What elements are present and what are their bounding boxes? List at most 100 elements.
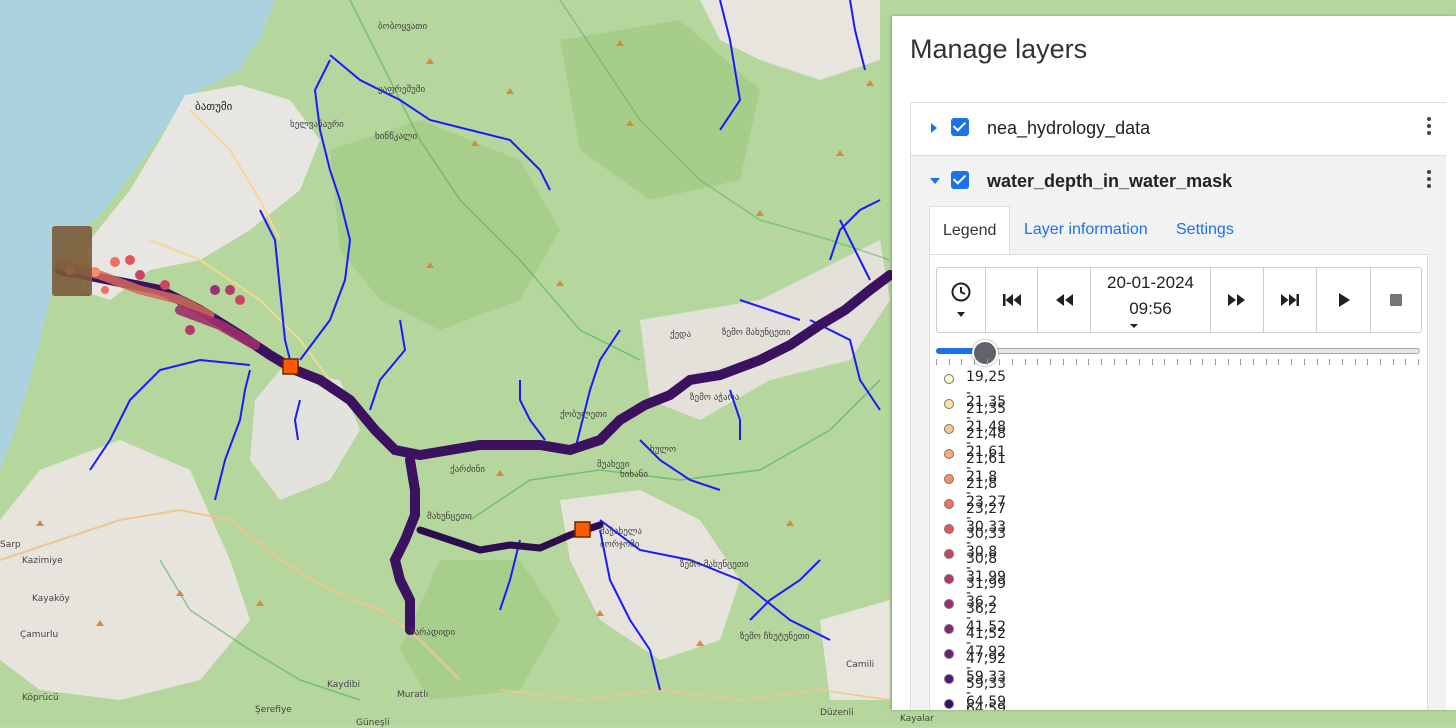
map-place-label: ყაფრეშუმი bbox=[378, 85, 426, 95]
layer-checkbox[interactable] bbox=[951, 171, 969, 189]
map-place-label: ბობოყვათი bbox=[378, 22, 428, 32]
skip-to-end-button[interactable] bbox=[1264, 268, 1317, 332]
slider-tick bbox=[1126, 359, 1128, 365]
legend-color-swatch bbox=[944, 449, 954, 459]
slider-tick bbox=[974, 359, 976, 365]
map-place-label: Kaydibi bbox=[327, 680, 361, 690]
legend-color-swatch bbox=[944, 424, 954, 434]
slider-tick bbox=[1088, 359, 1090, 365]
map-place-label: Kazimiye bbox=[22, 556, 63, 566]
play-icon bbox=[1338, 293, 1350, 307]
expand-caret-icon[interactable] bbox=[931, 123, 937, 133]
map-place-label: ქარძინი bbox=[450, 465, 486, 475]
slider-tick bbox=[1227, 359, 1229, 365]
map-place-label: Düzenli bbox=[820, 708, 854, 718]
legend-color-swatch bbox=[944, 574, 954, 584]
tab-layer-information[interactable]: Layer information bbox=[1024, 206, 1148, 253]
slider-tick bbox=[1050, 359, 1052, 365]
slider-track[interactable] bbox=[936, 348, 1420, 354]
map-place-label: Çamurlu bbox=[20, 630, 59, 640]
stop-icon bbox=[1390, 294, 1402, 306]
time-slider[interactable] bbox=[936, 340, 1420, 366]
slider-tick bbox=[1418, 359, 1419, 365]
skip-to-start-button[interactable] bbox=[986, 268, 1038, 332]
fast-forward-icon bbox=[1228, 294, 1245, 306]
slider-tick bbox=[1215, 359, 1217, 365]
slider-tick bbox=[1367, 359, 1369, 365]
legend-color-swatch bbox=[944, 624, 954, 634]
slider-tick bbox=[1291, 359, 1293, 365]
layer-row-nea-hydrology[interactable]: nea_hydrology_data bbox=[911, 103, 1446, 156]
legend-color-swatch bbox=[944, 374, 954, 384]
slider-tick bbox=[1138, 359, 1140, 365]
map-place-label: ზემო ჩხუტუნეთი bbox=[740, 632, 810, 642]
slider-tick bbox=[1151, 359, 1153, 365]
slider-tick bbox=[1037, 359, 1039, 365]
current-time: 09:56 bbox=[1129, 299, 1172, 318]
tab-settings[interactable]: Settings bbox=[1176, 206, 1234, 253]
slider-tick bbox=[1189, 359, 1191, 365]
skip-end-icon bbox=[1281, 294, 1299, 306]
map-place-label: ხულო bbox=[650, 445, 677, 455]
layer-details: Legend Layer information Settings 20-01-… bbox=[911, 206, 1446, 710]
slider-tick bbox=[999, 359, 1001, 365]
slider-tick bbox=[1164, 359, 1166, 365]
slider-tick bbox=[1240, 359, 1242, 365]
map-place-label: Kayaköy bbox=[32, 594, 70, 604]
map-place-label: Güneşli bbox=[356, 718, 390, 728]
tab-legend[interactable]: Legend bbox=[929, 206, 1011, 254]
chevron-down-icon bbox=[957, 312, 965, 317]
current-time-button[interactable]: 20-01-2024 09:56 bbox=[1091, 268, 1211, 332]
map-place-label: ხინწკალი bbox=[375, 132, 418, 142]
slider-tick bbox=[1392, 359, 1394, 365]
map-place-label: ხიხანი bbox=[620, 470, 648, 480]
slider-tick bbox=[1075, 359, 1077, 365]
slider-tick bbox=[948, 359, 950, 365]
slider-tick bbox=[1012, 359, 1014, 365]
slider-tick bbox=[1379, 359, 1381, 365]
layer-checkbox[interactable] bbox=[951, 118, 969, 136]
layer-row-water-depth[interactable]: water_depth_in_water_mask bbox=[911, 156, 1446, 207]
slider-tick bbox=[961, 359, 963, 365]
slider-tick bbox=[1303, 359, 1305, 365]
current-time-row: 09:56 bbox=[1129, 296, 1172, 330]
slider-tick bbox=[1341, 359, 1343, 365]
legend-color-swatch bbox=[944, 599, 954, 609]
map-place-label: Kayalar bbox=[900, 714, 934, 724]
skip-start-icon bbox=[1002, 294, 1021, 306]
slider-tick bbox=[986, 359, 988, 365]
slider-tick bbox=[1062, 359, 1064, 365]
map-place-label: ზემო მახუნცეთი bbox=[680, 560, 749, 570]
slider-tick bbox=[1405, 359, 1407, 365]
map-place-label: მარადიდი bbox=[410, 628, 456, 638]
map-place-label: Köprücü bbox=[22, 693, 59, 703]
slider-tick bbox=[1024, 359, 1026, 365]
map-place-label: ქობულეთი bbox=[560, 410, 608, 420]
time-menu-button[interactable] bbox=[937, 268, 986, 332]
collapse-caret-icon[interactable] bbox=[930, 178, 940, 184]
layer-name: nea_hydrology_data bbox=[987, 118, 1151, 138]
slider-tick bbox=[1253, 359, 1255, 365]
legend-color-swatch bbox=[944, 549, 954, 559]
map-place-label: Şerefiye bbox=[255, 705, 292, 715]
stop-button[interactable] bbox=[1371, 268, 1421, 332]
slider-tick bbox=[1265, 359, 1267, 365]
play-button[interactable] bbox=[1317, 268, 1371, 332]
legend-color-swatch bbox=[944, 524, 954, 534]
map-place-label: ბათუმი bbox=[195, 100, 233, 113]
slider-tick bbox=[1354, 359, 1356, 365]
step-back-button[interactable] bbox=[1038, 268, 1091, 332]
legend-color-swatch bbox=[944, 699, 954, 709]
more-options-icon[interactable] bbox=[1426, 170, 1432, 194]
legend-label: 64,59 - 64,93 bbox=[966, 694, 1007, 710]
panel-title: Manage layers bbox=[910, 34, 1088, 64]
layer-name: water_depth_in_water_mask bbox=[987, 171, 1233, 191]
legend-tab-content: 20-01-2024 09:56 19,25 - 21,35 21,35 - 2… bbox=[929, 254, 1428, 710]
step-forward-button[interactable] bbox=[1211, 268, 1264, 332]
more-options-icon[interactable] bbox=[1426, 117, 1432, 141]
layer-list: nea_hydrology_data water_depth_in_water_… bbox=[910, 102, 1446, 710]
map-place-label: Sarp bbox=[0, 540, 21, 550]
map-place-label: შუახევი bbox=[597, 460, 630, 470]
slider-tick bbox=[1316, 359, 1318, 365]
slider-tick bbox=[1202, 359, 1204, 365]
